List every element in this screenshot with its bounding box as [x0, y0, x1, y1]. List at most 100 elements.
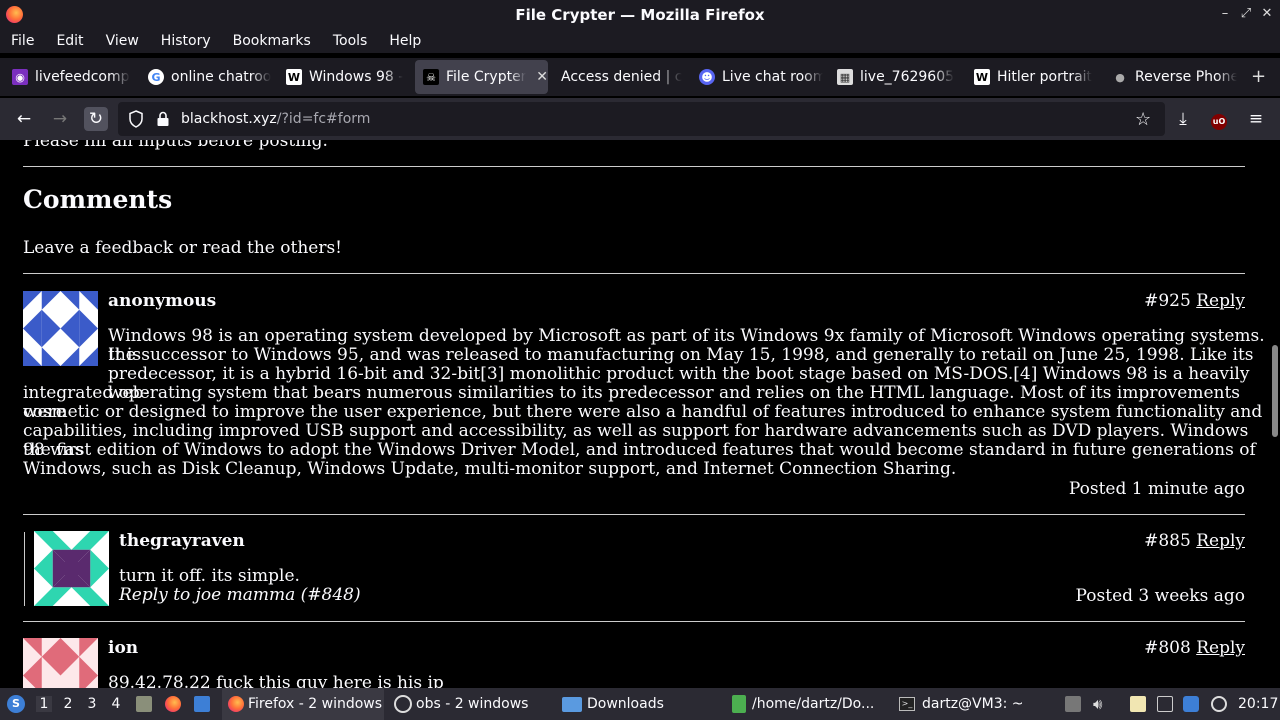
comment-number: #885 Reply — [1144, 531, 1245, 551]
workspace-3[interactable]: 3 — [84, 696, 100, 712]
firefox-logo-icon — [6, 6, 23, 23]
tab-hitler-portrait[interactable]: W Hitler portrait — [966, 60, 1098, 94]
volume-icon[interactable]: 🔊︎ — [1093, 696, 1109, 712]
taskbar-item-terminal[interactable]: >_ dartz@VM3: ~ — [897, 688, 1059, 720]
tab-online-chatroom[interactable]: G online chatroo — [140, 60, 274, 94]
terminal-icon: >_ — [899, 697, 915, 711]
page-scrollbar[interactable] — [1270, 140, 1280, 688]
pirate-icon: ☠ — [423, 69, 439, 85]
clock: 20:17 — [1238, 696, 1279, 712]
tab-access-denied[interactable]: Access denied | c — [553, 60, 685, 94]
menu-tools[interactable]: Tools — [333, 33, 368, 49]
taskbar-item-obs[interactable]: obs - 2 windows — [390, 688, 550, 720]
new-tab-button[interactable]: + — [1251, 66, 1266, 87]
start-menu-icon[interactable]: S — [6, 688, 26, 720]
reply-indent-line — [24, 532, 25, 606]
divider — [23, 273, 1245, 274]
avatar — [23, 291, 98, 366]
tab-close-icon[interactable]: ✕ — [536, 69, 548, 85]
desktop-launcher-icon[interactable] — [194, 696, 210, 712]
taskbar-item-downloads[interactable]: Downloads — [560, 688, 722, 720]
maximize-icon[interactable]: ⤢ — [1237, 5, 1255, 23]
workspace-2[interactable]: 2 — [60, 696, 76, 712]
tab-reverse-phone[interactable]: ● Reverse Phone — [1104, 60, 1237, 94]
folder-icon — [562, 696, 582, 712]
avatar — [23, 638, 98, 688]
wikipedia-icon: W — [286, 69, 302, 85]
tab-livefeed[interactable]: ◉ livefeedcomp — [4, 60, 136, 94]
comment-text-line: the successor to Windows 95, and was rel… — [108, 345, 1254, 365]
comment-text-line: Windows, such as Disk Cleanup, Windows U… — [23, 459, 957, 479]
obs-icon — [394, 695, 412, 713]
power-icon[interactable] — [1211, 696, 1227, 712]
menu-bookmarks[interactable]: Bookmarks — [233, 33, 311, 49]
file-manager-launcher-icon[interactable] — [136, 696, 152, 712]
page-subtitle: Leave a feedback or read the others! — [23, 238, 343, 258]
tab-live-chat-room[interactable]: ☻ Live chat room — [691, 60, 823, 94]
lock-icon[interactable] — [156, 111, 170, 127]
divider — [23, 514, 1245, 515]
taskbar-item-firefox[interactable]: Firefox - 2 windows — [222, 688, 384, 720]
clipboard-icon[interactable] — [1130, 696, 1146, 712]
bookmark-star-icon[interactable]: ☆ — [1135, 109, 1151, 130]
comment-number: #808 Reply — [1144, 638, 1245, 658]
form-notice: Please fill all inputs before posting. — [23, 140, 328, 151]
comment-text-line: the first edition of Windows to adopt th… — [23, 440, 1256, 460]
divider — [23, 621, 1245, 622]
tab-live-image[interactable]: ▦ live_7629605 — [829, 60, 961, 94]
scrollbar-thumb[interactable] — [1272, 345, 1278, 437]
url-text[interactable]: blackhost.xyz/?id=fc#form — [181, 111, 370, 127]
reply-link[interactable]: Reply — [1196, 638, 1245, 658]
workspace-1[interactable]: 1 — [36, 696, 52, 712]
menu-edit[interactable]: Edit — [56, 33, 83, 49]
eject-icon[interactable] — [1065, 696, 1081, 712]
window-title: File Crypter — Mozilla Firefox — [515, 5, 765, 24]
minimize-icon[interactable]: – — [1216, 5, 1234, 23]
person-icon: ● — [1112, 69, 1128, 85]
firefox-launcher-icon[interactable] — [165, 696, 181, 712]
back-arrow-icon[interactable]: ← — [12, 107, 36, 131]
menu-history[interactable]: History — [161, 33, 211, 49]
comment-timestamp: Posted 3 weeks ago — [1075, 586, 1245, 606]
tab-windows-98[interactable]: W Windows 98 - — [278, 60, 410, 94]
tab-file-crypter[interactable]: ☠ File Crypter ✕ — [415, 60, 548, 94]
chat-icon: ☻ — [699, 69, 715, 85]
image-icon: ▦ — [837, 69, 853, 85]
comment-text: turn it off. its simple. — [119, 566, 300, 586]
reload-icon[interactable]: ↻ — [84, 107, 108, 131]
google-icon: G — [148, 69, 164, 85]
close-icon[interactable]: ✕ — [1258, 5, 1276, 23]
shield-icon[interactable] — [128, 110, 144, 128]
taskbar-item-home-folder[interactable]: /home/dartz/Do... — [730, 688, 892, 720]
workspace-4[interactable]: 4 — [108, 696, 124, 712]
firefox-icon — [228, 696, 244, 712]
globe-icon: ◉ — [12, 69, 28, 85]
avatar — [34, 531, 109, 606]
menu-file[interactable]: File — [11, 33, 34, 49]
hamburger-menu-icon[interactable]: ≡ — [1244, 107, 1268, 131]
comment-username: ion — [108, 638, 139, 658]
navigation-bar: ← → ↻ blackhost.xyz/?id=fc#form ☆ ⤓ uO ≡ — [0, 98, 1280, 140]
wikipedia-icon: W — [974, 69, 990, 85]
network-icon[interactable] — [1157, 696, 1173, 712]
comment-timestamp: Posted 1 minute ago — [1068, 479, 1245, 499]
file-icon — [732, 695, 746, 713]
menu-help[interactable]: Help — [389, 33, 421, 49]
downloads-icon[interactable]: ⤓ — [1171, 107, 1195, 131]
menu-view[interactable]: View — [106, 33, 139, 49]
comment-text: 89.42.78.22 fuck this guy here is his ip — [108, 673, 444, 689]
url-bar[interactable]: blackhost.xyz/?id=fc#form ☆ — [118, 102, 1165, 136]
page-content: Please fill all inputs before posting. C… — [0, 140, 1268, 688]
menu-bar: File Edit View History Bookmarks Tools H… — [0, 29, 1280, 53]
update-notifier-icon[interactable] — [1183, 696, 1199, 712]
divider — [23, 166, 1245, 167]
comment-text-line: cosmetic or designed to improve the user… — [23, 402, 1263, 422]
comment-number: #925 Reply — [1144, 291, 1245, 311]
taskbar: S 1 2 3 4 Firefox - 2 windows obs - 2 wi… — [0, 688, 1280, 720]
comment-username: anonymous — [108, 291, 217, 311]
ublock-icon[interactable]: uO — [1207, 107, 1231, 131]
forward-arrow-icon[interactable]: → — [48, 107, 72, 131]
reply-link[interactable]: Reply — [1196, 291, 1245, 311]
reply-to-link[interactable]: Reply to joe mamma (#848) — [119, 586, 361, 605]
reply-link[interactable]: Reply — [1196, 531, 1245, 551]
